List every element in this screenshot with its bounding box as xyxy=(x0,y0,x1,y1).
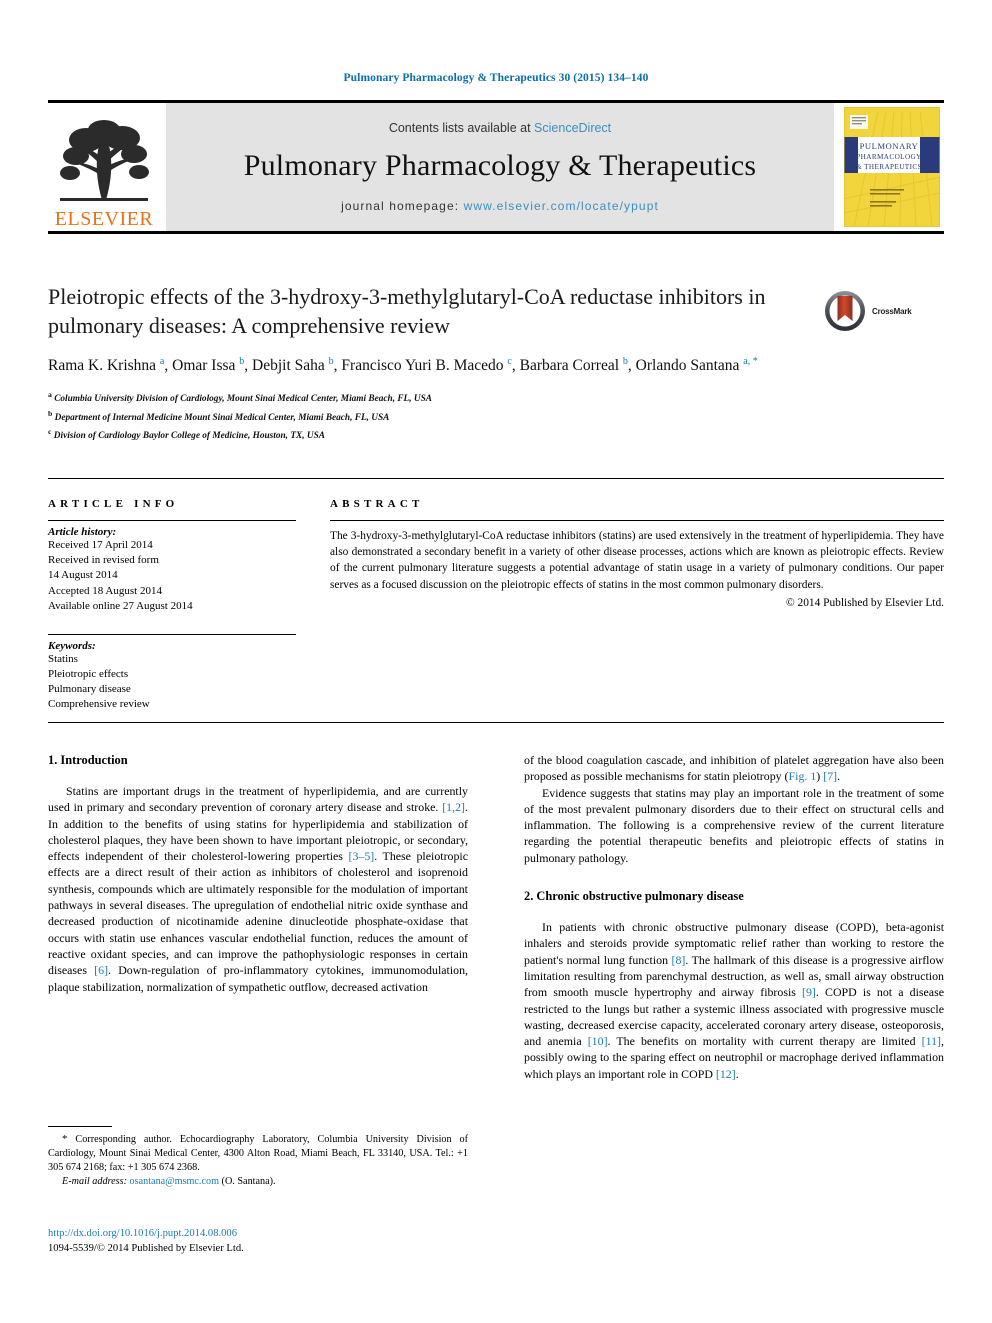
article-history-line: Accepted 18 August 2014 xyxy=(48,584,162,597)
affiliation-marker: a xyxy=(48,390,52,400)
paper-page: Pulmonary Pharmacology & Therapeutics 30… xyxy=(0,0,992,1323)
body-paragraph-continued: of the blood coagulation cascade, and in… xyxy=(524,753,944,784)
elsevier-tree-icon xyxy=(60,120,149,201)
journal-title: Pulmonary Pharmacology & Therapeutics xyxy=(243,149,757,182)
keyword-item: Pleiotropic effects xyxy=(48,668,129,681)
keyword-item: Statins xyxy=(48,652,78,665)
journal-cover-thumbnail: PULMONARY PHARMACOLOGY & THERAPEUTICS xyxy=(840,103,944,231)
contents-prefix: Contents lists available at xyxy=(388,121,531,135)
elsevier-wordmark: ELSEVIER xyxy=(54,208,154,230)
article-history-line: Received in revised form xyxy=(48,554,159,567)
abstract-text: The 3-hydroxy-3-methylglutaryl-CoA reduc… xyxy=(330,530,944,591)
page-title: Pleiotropic effects of the 3-hydroxy-3-m… xyxy=(48,284,766,339)
footnote-divider xyxy=(48,1126,112,1127)
abstract-block: ABSTRACT The 3-hydroxy-3-methylglutaryl-… xyxy=(330,498,944,609)
crossmark-badge[interactable]: CrossMark xyxy=(824,288,928,334)
keywords-divider xyxy=(48,633,296,635)
masthead-center-band: Contents lists available at ScienceDirec… xyxy=(166,103,834,231)
affiliation-item: a Columbia University Division of Cardio… xyxy=(48,390,432,405)
contents-available-line: Contents lists available at ScienceDirec… xyxy=(389,121,611,135)
doi-block: http://dx.doi.org/10.1016/j.pupt.2014.08… xyxy=(48,1226,468,1257)
svg-text:& THERAPEUTICS: & THERAPEUTICS xyxy=(856,163,922,171)
affiliation-marker: c xyxy=(48,426,52,436)
body-column-left: 1. Introduction Statins are important dr… xyxy=(48,752,468,995)
body-paragraph: Statins are important drugs in the treat… xyxy=(48,783,468,994)
body-paragraph: Evidence suggests that statins may play … xyxy=(524,785,944,865)
article-info-heading: ARTICLE INFO xyxy=(48,498,179,510)
running-head: Pulmonary Pharmacology & Therapeutics 30… xyxy=(343,72,649,84)
author-list: Rama K. Krishna a, Omar Issa b, Debjit S… xyxy=(48,356,758,375)
abstract-divider xyxy=(330,520,944,521)
homepage-prefix: journal homepage: xyxy=(341,199,460,213)
body-paragraph: In patients with chronic obstructive pul… xyxy=(524,920,944,1081)
keyword-item: Comprehensive review xyxy=(48,698,150,711)
affiliation-marker: b xyxy=(48,408,53,418)
crossmark-label: CrossMark xyxy=(872,306,912,316)
elsevier-logo: ELSEVIER xyxy=(48,103,160,231)
homepage-url-link[interactable]: www.elsevier.com/locate/ypupt xyxy=(464,199,659,213)
keywords-block: Keywords: Statins Pleiotropic effects Pu… xyxy=(48,633,296,713)
article-history-line: Received 17 April 2014 xyxy=(48,539,153,551)
title-block: Pleiotropic effects of the 3-hydroxy-3-m… xyxy=(48,282,818,444)
article-history-label: Article history: xyxy=(48,526,117,538)
keywords-label: Keywords: xyxy=(48,639,96,652)
journal-cover-image: PULMONARY PHARMACOLOGY & THERAPEUTICS xyxy=(844,107,940,227)
article-info-block: ARTICLE INFO Article history: Received 1… xyxy=(48,498,296,713)
affiliation-item: b Department of Internal Medicine Mount … xyxy=(48,408,390,423)
svg-text:PULMONARY: PULMONARY xyxy=(860,141,919,151)
journal-masthead: ELSEVIER Contents lists available at Sci… xyxy=(48,100,944,234)
issn-copyright-line: 1094-5539/© 2014 Published by Elsevier L… xyxy=(48,1243,244,1255)
affiliation-item: c Division of Cardiology Baylor College … xyxy=(48,426,325,441)
svg-text:PHARMACOLOGY: PHARMACOLOGY xyxy=(856,153,922,161)
sciencedirect-link[interactable]: ScienceDirect xyxy=(534,121,611,135)
info-rule-top xyxy=(48,478,944,479)
info-rule-bottom xyxy=(48,722,944,723)
section-heading-introduction: 1. Introduction xyxy=(48,753,128,767)
article-info-divider xyxy=(48,520,296,521)
doi-link[interactable]: http://dx.doi.org/10.1016/j.pupt.2014.08… xyxy=(48,1226,468,1241)
journal-homepage-line: journal homepage: www.elsevier.com/locat… xyxy=(341,199,659,213)
abstract-copyright: © 2014 Published by Elsevier Ltd. xyxy=(786,596,944,609)
article-history-line: 14 August 2014 xyxy=(48,569,118,582)
keyword-item: Pulmonary disease xyxy=(48,683,131,696)
abstract-heading: ABSTRACT xyxy=(330,498,424,510)
article-history-line: Available online 27 August 2014 xyxy=(48,599,193,612)
corresponding-author-footnote: * Corresponding author. Echocardiography… xyxy=(48,1126,468,1189)
email-address-line[interactable]: E-mail address: osantana@msmc.com (O. Sa… xyxy=(48,1175,468,1189)
section-heading-copd: 2. Chronic obstructive pulmonary disease xyxy=(524,889,744,904)
corresponding-author-text: * Corresponding author. Echocardiography… xyxy=(48,1133,468,1174)
crossmark-icon xyxy=(825,291,865,331)
body-column-right: of the blood coagulation cascade, and in… xyxy=(524,752,944,1082)
affiliations-list: a Columbia University Division of Cardio… xyxy=(48,389,818,443)
